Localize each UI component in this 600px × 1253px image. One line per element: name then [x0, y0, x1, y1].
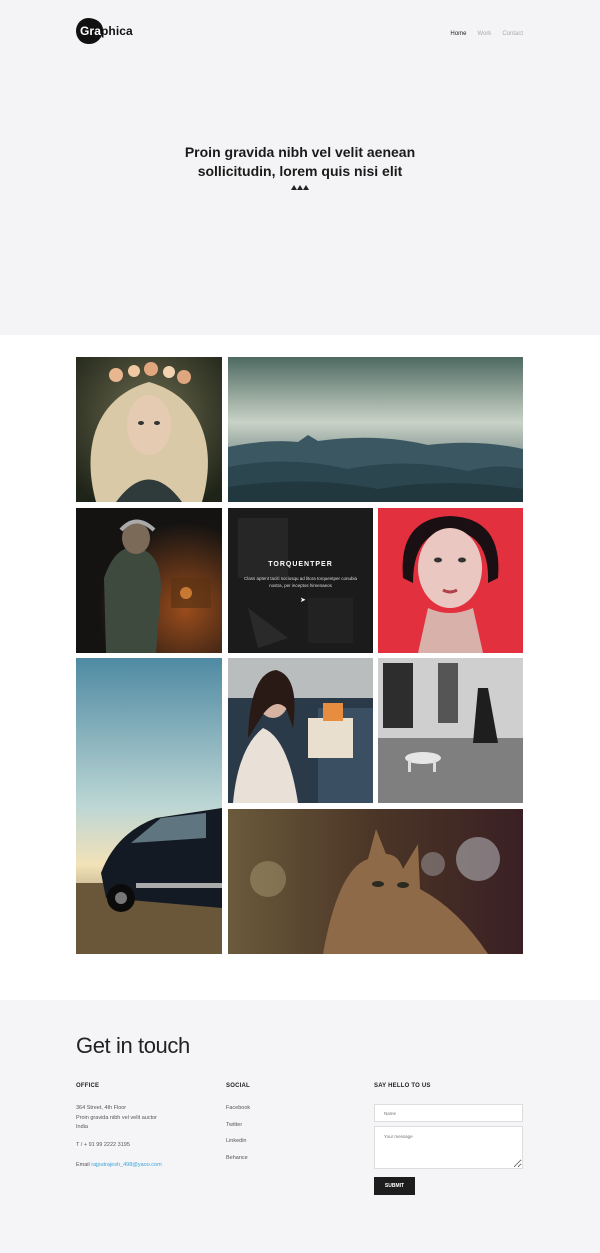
- name-input[interactable]: [374, 1104, 523, 1122]
- office-title: OFFICE: [76, 1083, 100, 1089]
- logo[interactable]: Graphica: [76, 18, 133, 44]
- photo-red-portrait: [378, 508, 523, 653]
- message-textarea[interactable]: [374, 1126, 523, 1169]
- gallery-item-hover[interactable]: TORQUENTPER Class aptent taciti sociosqu…: [228, 508, 373, 653]
- logo-text-part2: phica: [100, 24, 133, 38]
- gallery-photo-woman-books[interactable]: [228, 658, 373, 803]
- photo-cat: [228, 809, 523, 954]
- gallery-photo-cat[interactable]: [228, 809, 523, 954]
- mountain-icon: [291, 185, 309, 190]
- logo-text-part1: Gra: [80, 24, 101, 38]
- nav-contact[interactable]: Contact: [502, 31, 523, 37]
- gallery-photo-car[interactable]: [76, 658, 222, 954]
- form-title: SAY HELLO TO US: [374, 1083, 431, 1089]
- photo-misty-mountains: [228, 357, 523, 502]
- overlay-description: Class aptent taciti sociosqu ad litora t…: [243, 576, 358, 588]
- social-title: SOCIAL: [226, 1083, 250, 1089]
- logo-text: Graphica: [76, 24, 133, 38]
- social-link-twitter[interactable]: Twitter: [226, 1122, 250, 1139]
- office-email: Email rajputrajesh_498@yaoo.com: [76, 1162, 162, 1168]
- social-link-facebook[interactable]: Facebook: [226, 1105, 250, 1122]
- photo-woman-flower-crown: [76, 357, 222, 502]
- contact-heading: Get in touch: [76, 1033, 190, 1058]
- email-label: Email: [76, 1162, 90, 1168]
- address-line: 364 Street, 4th Floor: [76, 1105, 127, 1111]
- gallery-photo-street-bw[interactable]: [378, 658, 523, 803]
- gallery-photo-blacksmith[interactable]: [76, 508, 222, 653]
- photo-blacksmith: [76, 508, 222, 653]
- gallery-photo-flower-crown[interactable]: [76, 357, 222, 502]
- overlay-title: TORQUENTPER: [268, 561, 333, 568]
- nav-home[interactable]: Home: [450, 31, 466, 37]
- submit-button[interactable]: SUBMIT: [374, 1177, 415, 1195]
- nav-work[interactable]: Work: [477, 31, 491, 37]
- cursor-icon: ➤: [300, 597, 306, 604]
- hero-section: Graphica Home Work Contact Proin gravida…: [0, 0, 600, 335]
- photo-street-bw: [378, 658, 523, 803]
- social-links: Facebook Twitter Linkedin Behance: [226, 1105, 250, 1171]
- social-link-linkedin[interactable]: Linkedin: [226, 1138, 250, 1155]
- address-line: India: [76, 1124, 88, 1130]
- gallery: TORQUENTPER Class aptent taciti sociosqu…: [0, 335, 600, 1000]
- address-line: Proin gravida nibh vel velit auctor: [76, 1114, 158, 1121]
- main-nav: Home Work Contact: [450, 31, 523, 37]
- email-link[interactable]: rajputrajesh_498@yaoo.com: [91, 1162, 161, 1168]
- photo-woman-books: [228, 658, 373, 803]
- hero-title: Proin gravida nibh vel velit aenean soll…: [150, 143, 450, 181]
- office-phone: T / + 91 99 2222 3195: [76, 1142, 130, 1148]
- hero-title-line2: sollicitudin, lorem quis nisi elit: [197, 163, 403, 179]
- office-address: 364 Street, 4th Floor Proin gravida nibh…: [76, 1104, 157, 1133]
- gallery-photo-mountains[interactable]: [228, 357, 523, 502]
- gallery-photo-red-portrait[interactable]: [378, 508, 523, 653]
- hero-title-line1: Proin gravida nibh vel velit aenean: [184, 144, 416, 160]
- photo-vintage-car: [76, 658, 222, 954]
- social-link-behance[interactable]: Behance: [226, 1155, 250, 1172]
